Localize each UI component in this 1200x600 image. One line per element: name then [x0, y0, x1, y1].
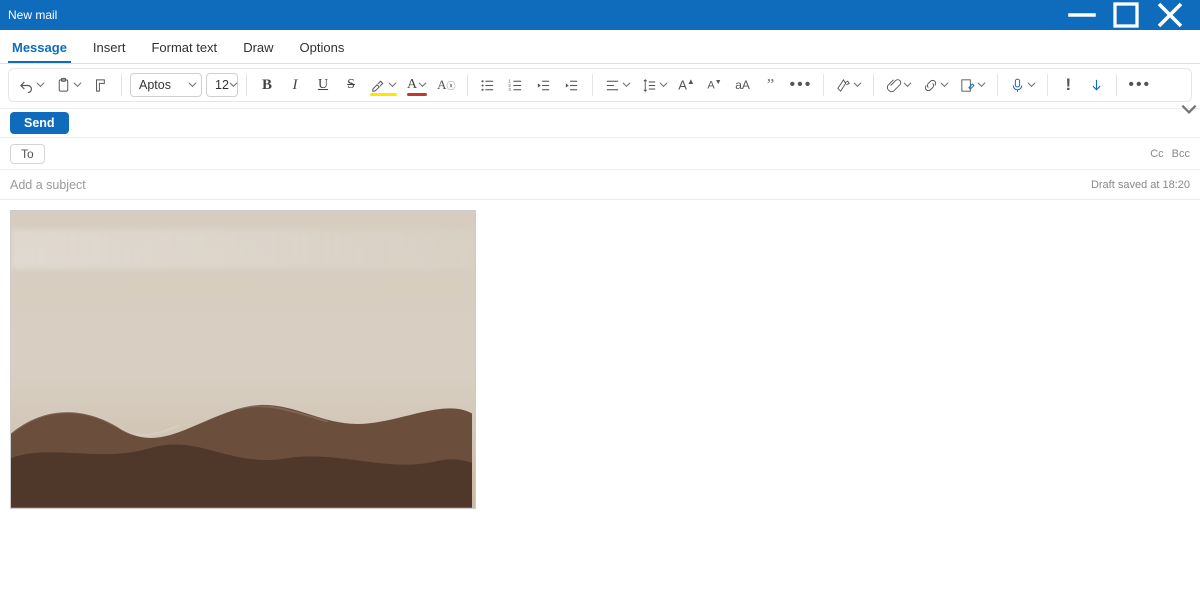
maximize-icon: [1104, 0, 1148, 37]
svg-text:3: 3: [508, 87, 511, 92]
image-sky-decoration: [11, 229, 475, 269]
line-spacing-button[interactable]: [638, 72, 671, 98]
bulleted-list-button[interactable]: [476, 72, 500, 98]
high-importance-button[interactable]: !: [1056, 72, 1080, 98]
font-name-select[interactable]: Aptos: [130, 73, 202, 97]
minimize-button[interactable]: [1060, 0, 1104, 30]
line-spacing-icon: [641, 77, 658, 94]
shrink-font-icon: A▼: [707, 79, 721, 92]
paste-button[interactable]: [52, 72, 85, 98]
highlight-color-button[interactable]: [367, 72, 400, 98]
increase-indent-button[interactable]: [560, 72, 584, 98]
subject-row: Draft saved at 18:20: [0, 170, 1200, 200]
ribbon-expand-button[interactable]: [1179, 99, 1199, 119]
font-size-value: 12: [215, 78, 229, 92]
strikethrough-icon: S: [347, 77, 355, 93]
numbering-icon: 123: [507, 77, 524, 94]
change-case-button[interactable]: aA: [731, 72, 755, 98]
bullets-icon: [479, 77, 496, 94]
tab-format-text[interactable]: Format text: [147, 34, 221, 63]
styles-icon: [835, 77, 852, 94]
message-body[interactable]: [0, 200, 1200, 519]
to-field-label[interactable]: To: [10, 144, 45, 164]
image-dunes-decoration: [11, 374, 472, 508]
signature-icon: [959, 77, 976, 94]
more-formatting-button[interactable]: •••: [787, 72, 816, 98]
draft-status: Draft saved at 18:20: [1091, 179, 1190, 191]
font-name-value: Aptos: [139, 78, 171, 92]
attach-file-button[interactable]: [882, 72, 915, 98]
undo-button[interactable]: [15, 72, 48, 98]
align-icon: [604, 77, 621, 94]
bold-button[interactable]: B: [255, 72, 279, 98]
tab-message[interactable]: Message: [8, 34, 71, 63]
quote-button[interactable]: ”: [759, 72, 783, 98]
italic-icon: I: [293, 77, 298, 94]
bold-icon: B: [262, 77, 272, 94]
undo-icon: [18, 77, 35, 94]
clipboard-icon: [55, 77, 72, 94]
ellipsis-icon: •••: [790, 76, 813, 94]
arrow-down-icon: [1088, 77, 1105, 94]
exclamation-icon: !: [1066, 75, 1072, 95]
recipients-row: To Cc Bcc: [0, 138, 1200, 170]
underline-button[interactable]: U: [311, 72, 335, 98]
quote-icon: ”: [767, 75, 775, 95]
send-bar: Send: [0, 108, 1200, 138]
numbered-list-button[interactable]: 123: [504, 72, 528, 98]
align-button[interactable]: [601, 72, 634, 98]
decrease-indent-button[interactable]: [532, 72, 556, 98]
signature-button[interactable]: [956, 72, 989, 98]
highlighter-icon: [370, 77, 387, 94]
outdent-icon: [535, 77, 552, 94]
dictate-button[interactable]: [1006, 72, 1039, 98]
case-icon: aA: [735, 78, 750, 92]
ribbon-toolbar: Aptos 12 B I U S A Aⓧ 123 A▲ A▼ aA ” •••…: [8, 68, 1192, 102]
window-titlebar: New mail: [0, 0, 1200, 30]
inserted-image[interactable]: [10, 210, 476, 509]
font-color-icon: A: [407, 77, 417, 93]
insert-link-button[interactable]: [919, 72, 952, 98]
ellipsis-icon: •••: [1128, 76, 1151, 94]
decrease-font-button[interactable]: A▼: [703, 72, 727, 98]
italic-button[interactable]: I: [283, 72, 307, 98]
format-painter-button[interactable]: [89, 72, 113, 98]
cc-button[interactable]: Cc: [1150, 148, 1163, 160]
styles-button[interactable]: [832, 72, 865, 98]
close-icon: [1148, 0, 1192, 37]
window-title: New mail: [8, 8, 57, 22]
tab-insert[interactable]: Insert: [89, 34, 130, 63]
close-button[interactable]: [1148, 0, 1192, 30]
font-size-select[interactable]: 12: [206, 73, 238, 97]
send-button[interactable]: Send: [10, 112, 69, 134]
font-color-button[interactable]: A: [404, 72, 430, 98]
strikethrough-button[interactable]: S: [339, 72, 363, 98]
increase-font-button[interactable]: A▲: [675, 72, 699, 98]
clear-format-icon: Aⓧ: [437, 77, 455, 93]
indent-icon: [563, 77, 580, 94]
link-icon: [922, 77, 939, 94]
clear-formatting-button[interactable]: Aⓧ: [434, 72, 458, 98]
tab-options[interactable]: Options: [296, 34, 349, 63]
chevron-down-icon: [1179, 99, 1199, 119]
subject-input[interactable]: [10, 178, 1091, 192]
low-importance-button[interactable]: [1084, 72, 1108, 98]
paperclip-icon: [885, 77, 902, 94]
ribbon-overflow-button[interactable]: •••: [1125, 72, 1154, 98]
paintbrush-icon: [93, 77, 110, 94]
tab-draw[interactable]: Draw: [239, 34, 277, 63]
maximize-button[interactable]: [1104, 0, 1148, 30]
microphone-icon: [1009, 77, 1026, 94]
underline-icon: U: [318, 77, 328, 93]
grow-font-icon: A▲: [678, 77, 695, 92]
ribbon-tabs: Message Insert Format text Draw Options: [0, 30, 1200, 64]
minimize-icon: [1060, 0, 1104, 37]
bcc-button[interactable]: Bcc: [1172, 148, 1190, 160]
